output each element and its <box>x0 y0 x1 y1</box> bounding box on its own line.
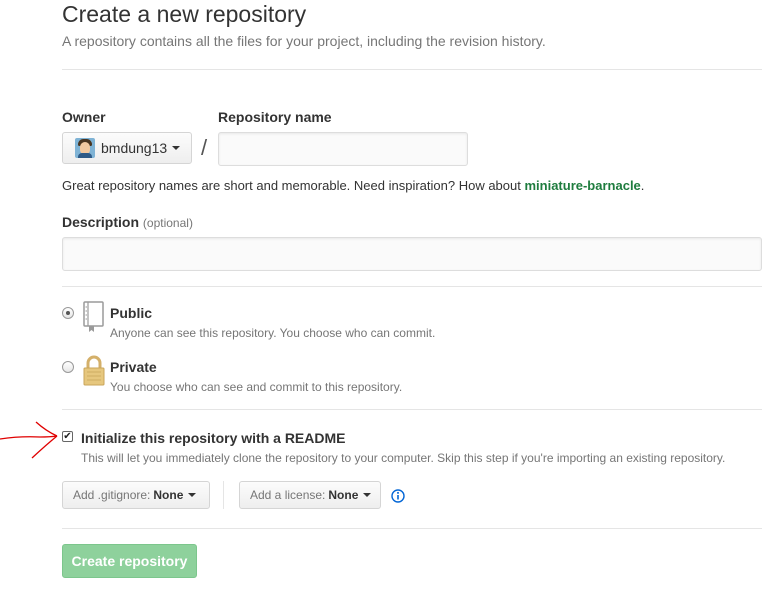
public-title: Public <box>110 305 153 321</box>
private-description: You choose who can see and commit to thi… <box>110 380 403 394</box>
license-value: None <box>328 488 359 502</box>
divider <box>223 481 224 509</box>
chevron-down-icon <box>188 493 197 497</box>
divider <box>62 286 762 287</box>
description-input[interactable] <box>62 237 762 271</box>
public-description: Anyone can see this repository. You choo… <box>110 326 436 340</box>
divider <box>62 409 762 410</box>
user-avatar <box>75 138 95 158</box>
annotation-arrow <box>0 421 58 459</box>
name-suggestion-link[interactable]: miniature-barnacle <box>524 178 640 193</box>
public-radio[interactable] <box>62 307 74 319</box>
chevron-down-icon <box>172 146 181 150</box>
repo-name-label: Repository name <box>218 109 332 125</box>
license-select-button[interactable]: Add a license: None <box>239 481 381 509</box>
repo-name-input[interactable] <box>218 132 468 166</box>
owner-name: bmdung13 <box>101 140 168 156</box>
info-icon[interactable] <box>391 489 405 503</box>
owner-repo-separator: / <box>201 135 208 160</box>
owner-label: Owner <box>62 109 106 125</box>
name-hint: Great repository names are short and mem… <box>62 178 644 193</box>
readme-description: This will let you immediately clone the … <box>81 451 726 465</box>
name-hint-text: Great repository names are short and mem… <box>62 178 525 193</box>
license-prefix: Add a license: <box>250 488 326 502</box>
owner-select-button[interactable]: bmdung13 <box>62 132 192 164</box>
description-label-text: Description <box>62 214 140 230</box>
readme-checkbox[interactable]: ✔ <box>62 431 73 442</box>
create-repository-button[interactable]: Create repository <box>62 544 197 578</box>
optional-label: (optional) <box>142 216 193 230</box>
description-label: Description (optional) <box>62 214 193 230</box>
gitignore-select-button[interactable]: Add .gitignore: None <box>62 481 210 509</box>
page-title: Create a new repository <box>62 1 307 27</box>
readme-title: Initialize this repository with a README <box>81 430 346 446</box>
name-hint-end: . <box>640 178 645 193</box>
divider <box>62 69 762 70</box>
divider <box>62 528 762 529</box>
gitignore-prefix: Add .gitignore: <box>73 488 151 502</box>
lock-icon <box>83 355 105 386</box>
repo-book-icon <box>83 301 104 332</box>
private-radio[interactable] <box>62 361 74 373</box>
gitignore-value: None <box>153 488 184 502</box>
page-subtitle: A repository contains all the files for … <box>62 33 546 49</box>
private-title: Private <box>110 359 157 375</box>
chevron-down-icon <box>363 493 372 497</box>
